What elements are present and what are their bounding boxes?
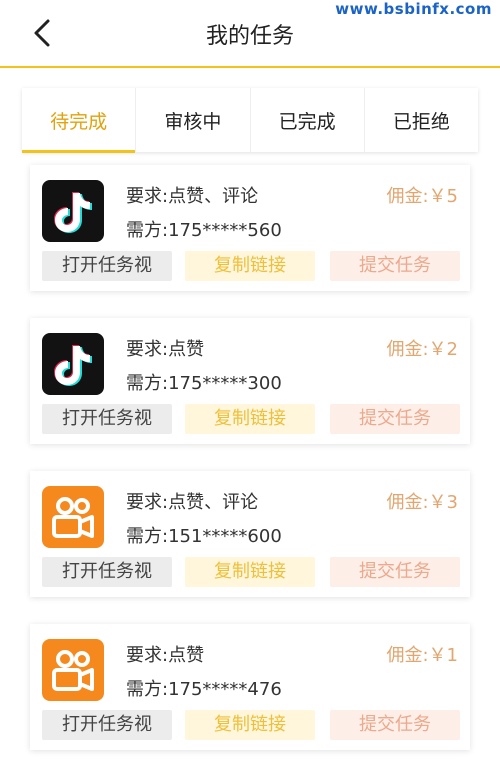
- task-card: 要求:点赞、评论 需方:175*****560 佣金:￥5 打开任务视 复制链接…: [30, 165, 470, 291]
- tab-completed[interactable]: 已完成: [251, 88, 365, 152]
- submit-task-button[interactable]: 提交任务: [330, 251, 460, 281]
- task-card: 要求:点赞、评论 需方:151*****600 佣金:￥3 打开任务视 复制链接…: [30, 471, 470, 597]
- top-nav-bar: 我的任务: [0, 0, 500, 68]
- copy-link-button[interactable]: 复制链接: [185, 557, 315, 587]
- task-requester: 需方:175*****300: [126, 373, 282, 394]
- open-task-video-button[interactable]: 打开任务视: [42, 557, 172, 587]
- task-commission: 佣金:￥2: [386, 339, 458, 360]
- task-requirement: 要求:点赞: [126, 339, 205, 360]
- task-commission: 佣金:￥5: [386, 186, 458, 207]
- copy-link-button[interactable]: 复制链接: [185, 710, 315, 740]
- submit-task-button[interactable]: 提交任务: [330, 557, 460, 587]
- open-task-video-button[interactable]: 打开任务视: [42, 251, 172, 281]
- task-requirement: 要求:点赞、评论: [126, 492, 259, 513]
- tab-pending[interactable]: 待完成: [22, 88, 137, 153]
- tab-rejected[interactable]: 已拒绝: [365, 88, 478, 152]
- task-requirement: 要求:点赞、评论: [126, 186, 259, 207]
- tab-reviewing[interactable]: 审核中: [136, 88, 251, 152]
- task-requester: 需方:175*****560: [126, 220, 282, 241]
- copy-link-button[interactable]: 复制链接: [185, 251, 315, 281]
- copy-link-button[interactable]: 复制链接: [185, 404, 315, 434]
- submit-task-button[interactable]: 提交任务: [330, 404, 460, 434]
- kuaishou-icon: [42, 486, 104, 548]
- tiktok-icon: [42, 180, 104, 242]
- task-requirement: 要求:点赞: [126, 645, 205, 666]
- status-tabs: 待完成 审核中 已完成 已拒绝: [22, 88, 478, 153]
- task-commission: 佣金:￥1: [386, 645, 458, 666]
- task-card: 要求:点赞 需方:175*****300 佣金:￥2 打开任务视 复制链接 提交…: [30, 318, 470, 444]
- task-requester: 需方:151*****600: [126, 526, 282, 547]
- open-task-video-button[interactable]: 打开任务视: [42, 710, 172, 740]
- tiktok-icon: [42, 333, 104, 395]
- task-requester: 需方:175*****476: [126, 679, 282, 700]
- submit-task-button[interactable]: 提交任务: [330, 710, 460, 740]
- task-commission: 佣金:￥3: [386, 492, 458, 513]
- task-card: 要求:点赞 需方:175*****476 佣金:￥1 打开任务视 复制链接 提交…: [30, 624, 470, 750]
- kuaishou-icon: [42, 639, 104, 701]
- page-title: 我的任务: [205, 24, 294, 49]
- open-task-video-button[interactable]: 打开任务视: [42, 404, 172, 434]
